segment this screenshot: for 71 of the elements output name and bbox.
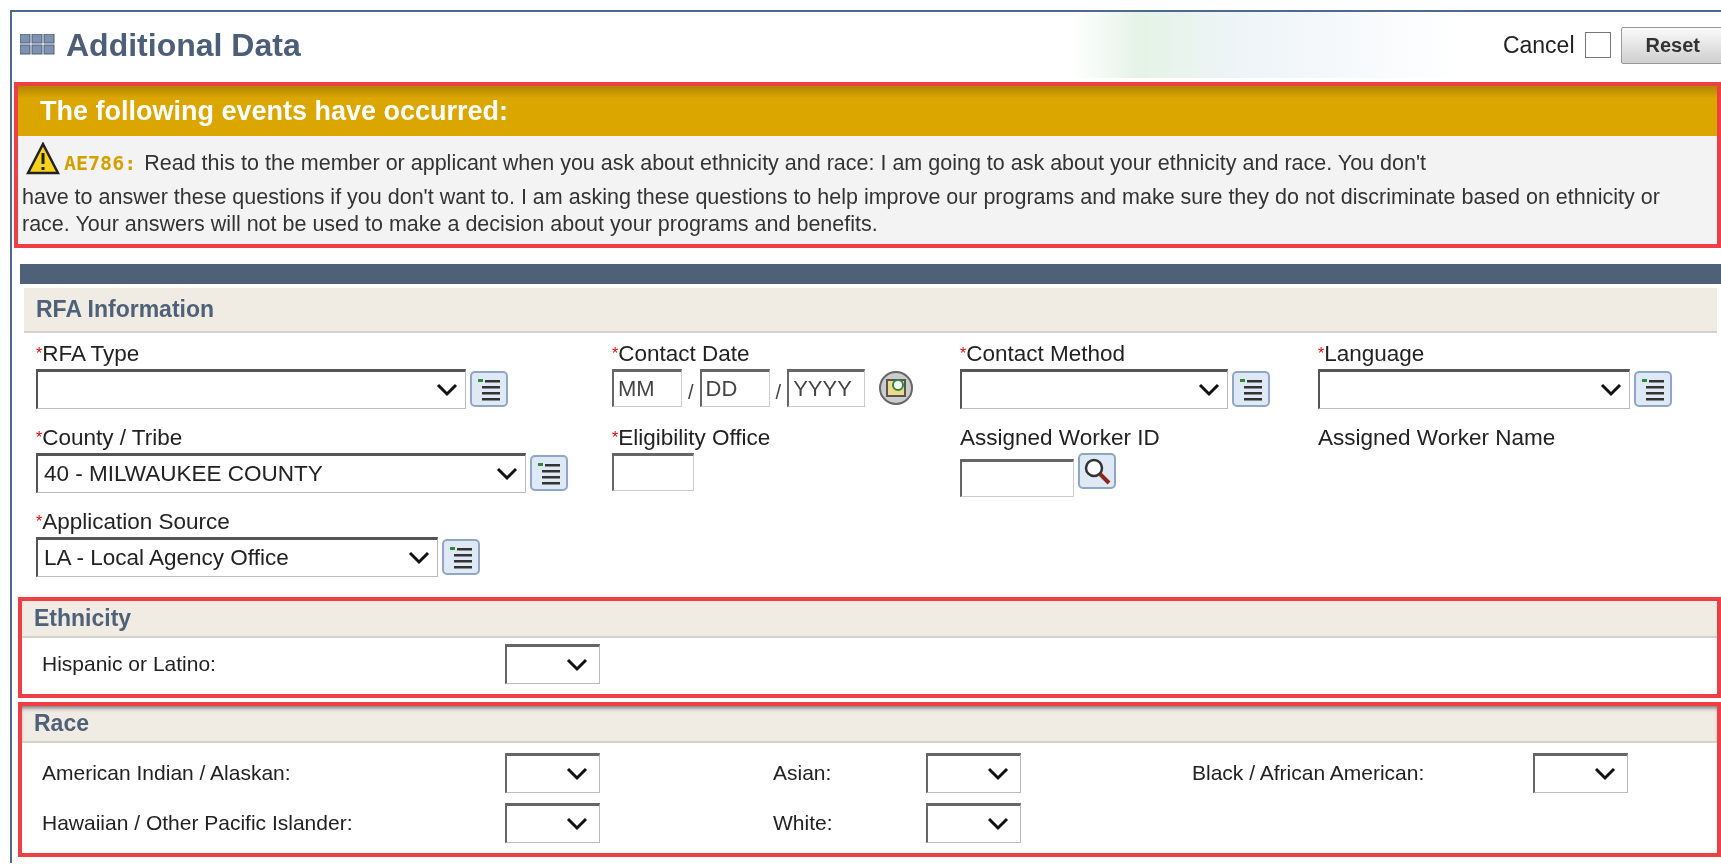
date-input[interactable]: YYYY bbox=[787, 369, 866, 407]
calendar-icon[interactable] bbox=[877, 370, 916, 406]
alert-message: Read this to the member or applicant when you ask about ethnicity and race: I am going to ask about your ethnicity and race. You don't bbox=[144, 151, 1426, 175]
cancel-checkbox[interactable] bbox=[1584, 32, 1611, 58]
field-label: Hispanic or Latino: bbox=[42, 652, 217, 676]
field-label: White: bbox=[773, 811, 834, 835]
caret-icon bbox=[495, 466, 519, 482]
required-mark: * bbox=[612, 345, 619, 363]
dropdown-field[interactable]: LA - Local Agency Office bbox=[36, 537, 438, 577]
required-mark: * bbox=[36, 345, 43, 363]
dropdown-field[interactable] bbox=[505, 803, 600, 843]
field-label: Hawaiian / Other Pacific Islander: bbox=[42, 811, 354, 835]
field-label: Asian: bbox=[773, 761, 833, 785]
alert-message: have to answer these questions if you don't want to. I am asking these questions to help improve our programs and make sure they do not discriminate based on ethnicity or race. Your answers will not be used to make a decision about your programs and benefits. bbox=[21, 184, 1661, 238]
section-header: Race bbox=[22, 706, 1717, 743]
caret-icon bbox=[986, 816, 1010, 832]
section-header: Ethnicity bbox=[22, 601, 1717, 638]
caret-icon bbox=[1197, 382, 1221, 398]
cancel-label: Cancel bbox=[1502, 31, 1575, 59]
caret-icon bbox=[565, 657, 589, 673]
dropdown-field[interactable] bbox=[1533, 753, 1628, 793]
field-label: Contact Method bbox=[966, 341, 1126, 367]
date-input[interactable]: DD bbox=[699, 369, 770, 407]
dropdown-field[interactable] bbox=[505, 644, 600, 684]
dropdown-field[interactable] bbox=[1318, 369, 1630, 409]
caret-icon bbox=[565, 766, 589, 782]
dropdown-field[interactable] bbox=[926, 803, 1021, 843]
list-icon[interactable] bbox=[442, 539, 480, 575]
dropdown-field[interactable]: 40 - MILWAUKEE COUNTY bbox=[36, 453, 526, 493]
list-icon[interactable] bbox=[1232, 371, 1270, 407]
required-mark: * bbox=[36, 429, 43, 446]
field-label: Contact Date bbox=[618, 341, 750, 367]
required-mark: * bbox=[36, 513, 43, 530]
caret-icon bbox=[565, 816, 589, 832]
required-mark: * bbox=[960, 345, 967, 363]
date-input[interactable]: MM bbox=[612, 369, 682, 407]
text-input[interactable] bbox=[612, 453, 694, 491]
list-icon[interactable] bbox=[470, 371, 508, 407]
field-label: County / Tribe bbox=[42, 425, 183, 451]
required-mark: * bbox=[612, 429, 619, 446]
grid-icon bbox=[20, 34, 56, 56]
section-header: RFA Information bbox=[24, 288, 1717, 333]
dropdown-field[interactable] bbox=[926, 753, 1021, 793]
field-label: American Indian / Alaskan: bbox=[42, 761, 292, 785]
dropdown-field[interactable] bbox=[36, 369, 466, 409]
field-label: Language bbox=[1324, 341, 1425, 367]
dropdown-field[interactable] bbox=[960, 369, 1228, 409]
field-label: Assigned Worker ID bbox=[960, 425, 1160, 451]
caret-icon bbox=[435, 382, 459, 398]
alert-title: The following events have occurred: bbox=[18, 86, 1717, 136]
field-label: Application Source bbox=[42, 509, 230, 535]
list-icon[interactable] bbox=[1634, 371, 1672, 407]
page-title: Additional Data bbox=[66, 26, 302, 64]
text-input[interactable] bbox=[960, 459, 1074, 497]
warning-icon bbox=[26, 142, 60, 176]
date-separator: / bbox=[688, 380, 694, 404]
date-separator: / bbox=[775, 380, 782, 404]
caret-icon bbox=[407, 550, 431, 566]
field-label: RFA Type bbox=[42, 341, 140, 367]
search-icon[interactable] bbox=[1078, 453, 1116, 489]
list-icon[interactable] bbox=[530, 455, 568, 491]
required-mark: * bbox=[1318, 345, 1325, 362]
field-label: Black / African American: bbox=[1192, 761, 1426, 785]
dropdown-field[interactable] bbox=[505, 753, 600, 793]
field-label: Assigned Worker Name bbox=[1318, 425, 1556, 451]
reset-button[interactable]: Reset bbox=[1620, 26, 1721, 64]
caret-icon bbox=[1593, 766, 1617, 782]
field-label: Eligibility Office bbox=[618, 425, 771, 451]
caret-icon bbox=[1599, 382, 1623, 398]
caret-icon bbox=[986, 766, 1010, 782]
alert-code: AE786: bbox=[64, 151, 137, 175]
